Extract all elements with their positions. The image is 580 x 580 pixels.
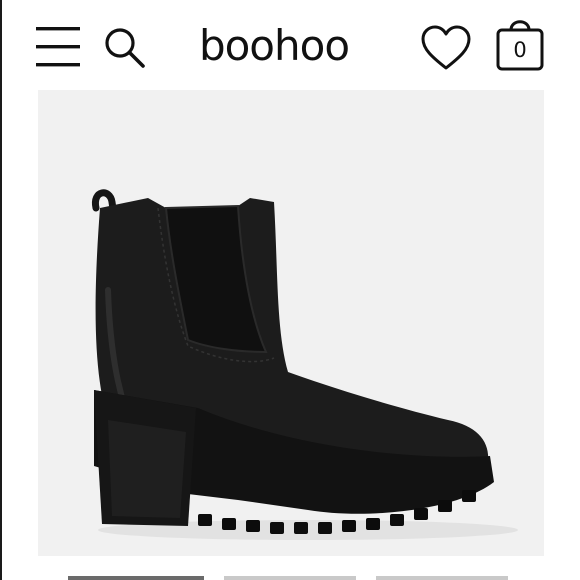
product-image[interactable] [38,90,544,556]
site-header: boohoo 0 [0,0,580,88]
thumbnail-3[interactable] [376,576,508,580]
thumbnail-2[interactable] [224,576,356,580]
gallery-thumbnails [0,572,580,580]
thumbnail-1[interactable] [68,576,204,580]
bag-count-badge: 0 [513,38,527,62]
wishlist-button[interactable] [420,24,472,72]
hamburger-menu-icon [36,27,80,67]
shopping-bag-button[interactable]: 0 [494,12,546,72]
menu-button[interactable] [36,26,80,68]
search-icon [105,28,145,68]
heart-icon [421,25,471,70]
brand-logo[interactable]: boohoo [176,20,372,70]
boot-image [91,189,518,540]
search-button[interactable] [102,26,148,70]
